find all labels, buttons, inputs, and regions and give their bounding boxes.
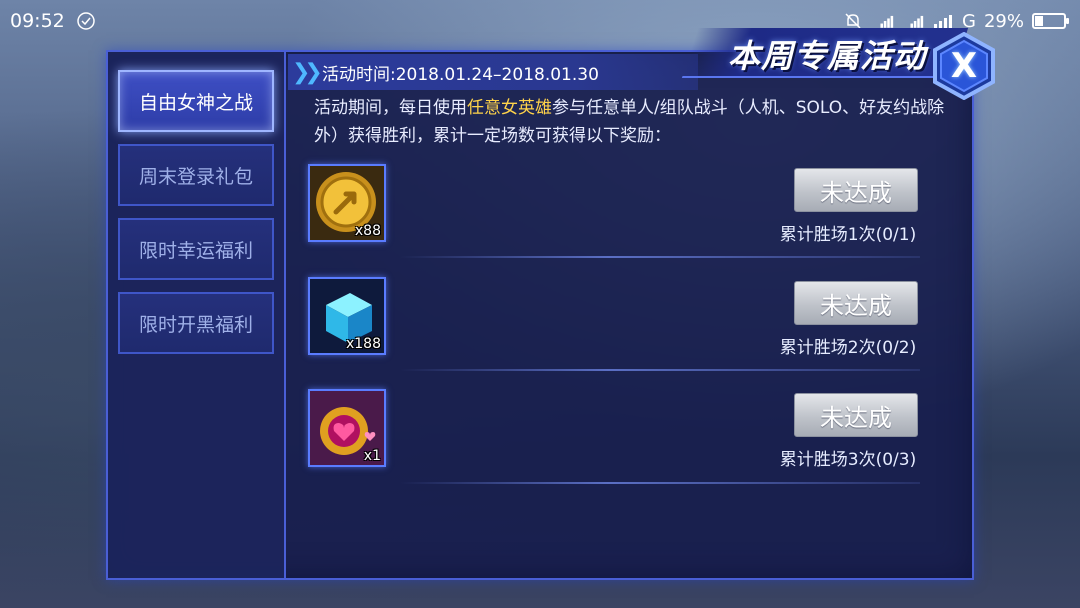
sidebar-item-label: 自由女神之战 [138, 91, 253, 114]
divider [400, 256, 920, 258]
status-time: 09:52 [10, 10, 65, 32]
sidebar-item-team-bonus[interactable]: 限时开黑福利 [118, 292, 274, 354]
reward-row-2: x188 未达成 累计胜场2次(0/2) [308, 277, 948, 377]
shield-check-icon [75, 10, 97, 32]
reward-row-3: x1 未达成 累计胜场3次(0/3) [308, 389, 948, 489]
reward-item-slot[interactable]: x188 [308, 277, 386, 355]
activity-date: 活动时间:2018.01.24–2018.01.30 [322, 64, 599, 85]
sidebar-item-label: 限时幸运福利 [138, 239, 253, 262]
sidebar-item-label: 限时开黑福利 [138, 313, 253, 336]
sidebar-item-label: 周末登录礼包 [138, 165, 253, 188]
battery-icon [1032, 13, 1069, 29]
battery-percent: 29% [983, 10, 1024, 32]
divider [400, 482, 920, 484]
claim-button[interactable]: 未达成 [794, 393, 918, 437]
claim-button[interactable]: 未达成 [794, 168, 918, 212]
description-highlight: 任意女英雄 [467, 98, 552, 118]
reward-progress: 累计胜场1次(0/1) [779, 225, 917, 245]
claim-button[interactable]: 未达成 [794, 281, 918, 325]
sidebar-item-liberty-battle[interactable]: 自由女神之战 [118, 70, 274, 132]
description-text-1: 活动期间，每日使用 [314, 98, 467, 118]
reward-row-1: x88 未达成 累计胜场1次(0/1) [308, 164, 948, 264]
close-icon: X [950, 46, 978, 86]
reward-progress: 累计胜场3次(0/3) [779, 450, 917, 470]
activity-description: 活动期间，每日使用任意女英雄参与任意单人/组队战斗（人机、SOLO、好友约战除外… [314, 94, 954, 150]
reward-item-slot[interactable]: x1 [308, 389, 386, 467]
reward-quantity: x88 [354, 223, 381, 239]
reward-quantity: x1 [363, 448, 381, 464]
sidebar-item-lucky-bonus[interactable]: 限时幸运福利 [118, 218, 274, 280]
double-chevron-icon: ❯❯ [292, 60, 323, 85]
sidebar: 自由女神之战 周末登录礼包 限时幸运福利 限时开黑福利 [108, 52, 286, 578]
reward-quantity: x188 [345, 336, 381, 352]
sidebar-item-weekend-login[interactable]: 周末登录礼包 [118, 144, 274, 206]
page-title: 本周专属活动 [728, 37, 927, 75]
divider [400, 369, 920, 371]
reward-item-slot[interactable]: x88 [308, 164, 386, 242]
reward-progress: 累计胜场2次(0/2) [779, 338, 917, 358]
activity-date-strip: ❯❯ 活动时间:2018.01.24–2018.01.30 [288, 54, 698, 90]
close-button[interactable]: X [930, 32, 998, 100]
